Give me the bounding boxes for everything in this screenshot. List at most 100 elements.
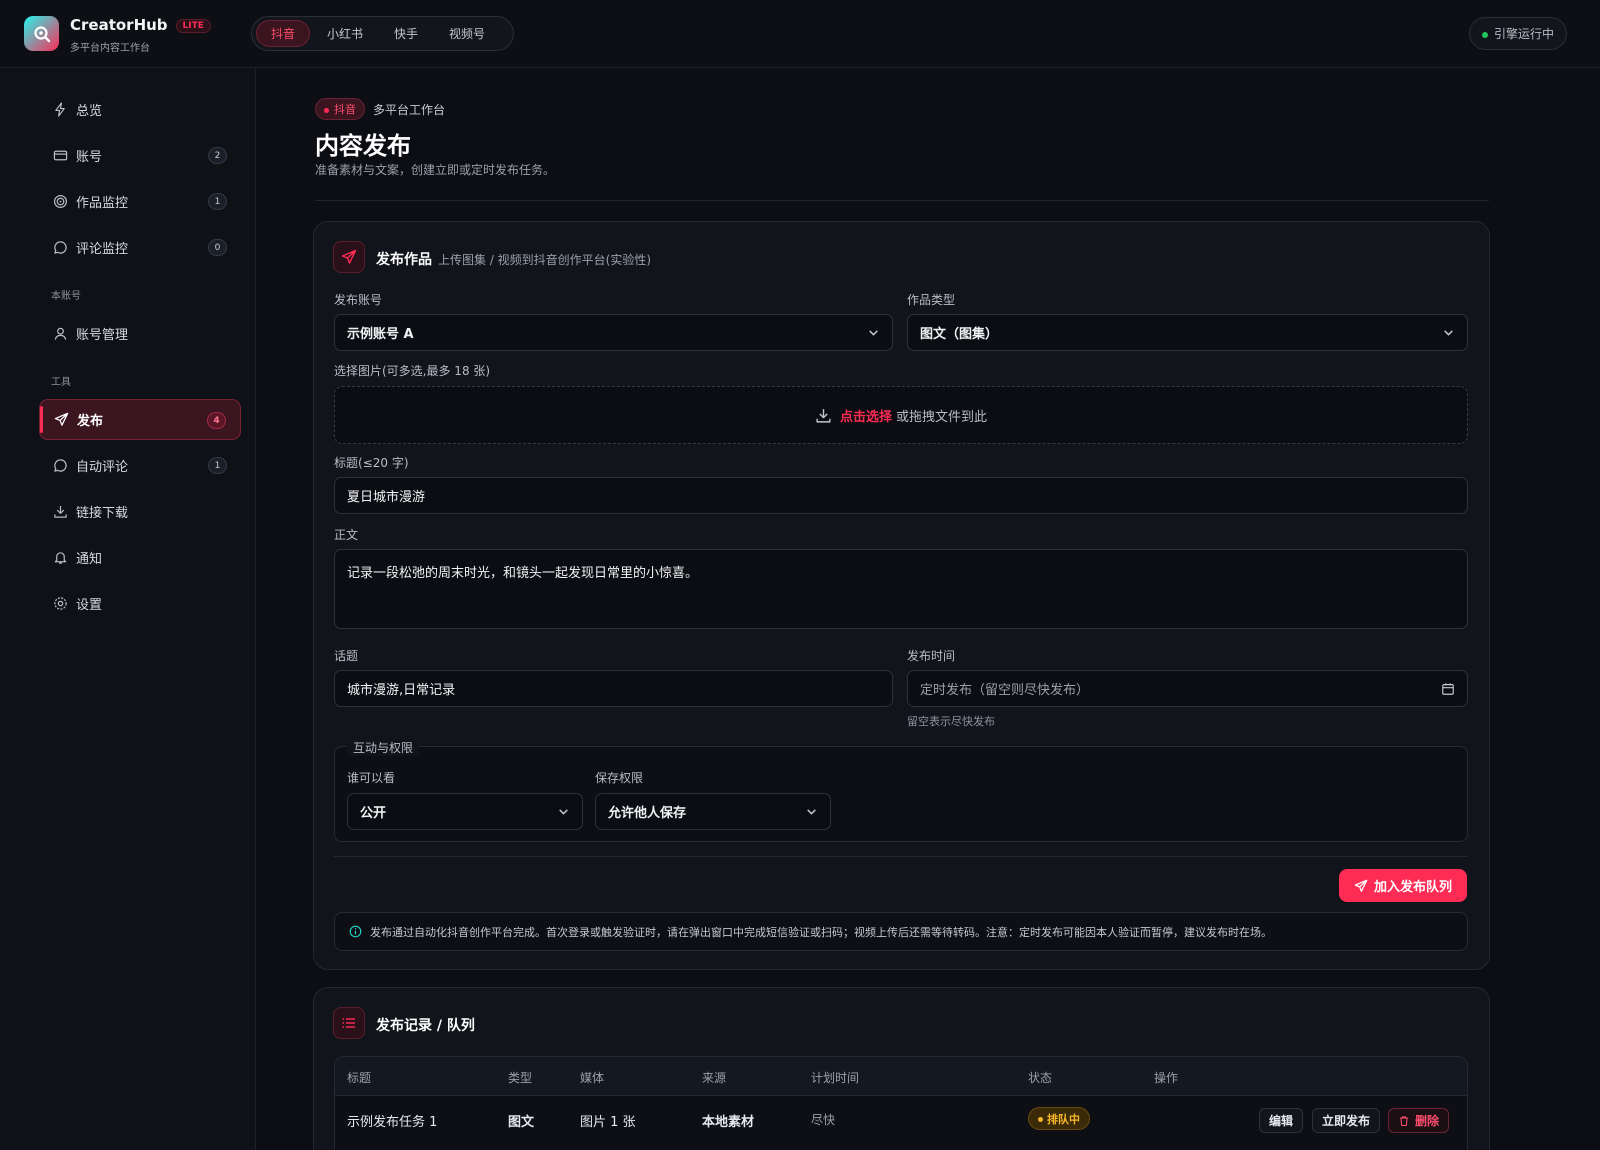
visibility-label: 谁可以看 (347, 771, 396, 785)
cell-time: 尽快 (811, 1113, 836, 1127)
tab-shipinhao[interactable]: 视频号 (435, 20, 499, 47)
comment-icon (52, 458, 68, 474)
cell-title: 示例发布任务 1 (347, 1115, 438, 1130)
cell-media: 图片 1 张 (580, 1115, 636, 1130)
send-icon (53, 412, 69, 428)
body-label: 正文 (334, 528, 359, 542)
delete-button[interactable]: 删除 (1388, 1108, 1450, 1133)
save-perm-label: 保存权限 (595, 771, 644, 785)
topic-label: 话题 (334, 649, 359, 663)
sidebar-item-works-monitor[interactable]: 作品监控 1 (39, 181, 241, 222)
app-subtitle: 多平台内容工作台 (70, 43, 150, 54)
cell-source: 本地素材 (702, 1115, 755, 1130)
bell-icon (52, 550, 68, 566)
column-header: 媒体 (580, 1071, 605, 1085)
count-badge: 1 (208, 457, 227, 474)
engine-status[interactable]: 引擎运行中 (1468, 17, 1567, 50)
tab-douyin[interactable]: 抖音 (256, 20, 311, 47)
records-table: 标题 类型 媒体 来源 计划时间 状态 操作 示例发布任务 1 图文 图片 1 … (334, 1056, 1468, 1150)
count-badge: 4 (207, 412, 226, 429)
publish-now-button[interactable]: 立即发布 (1312, 1108, 1381, 1133)
add-to-queue-button[interactable]: 加入发布队列 (1339, 869, 1467, 902)
column-header: 类型 (508, 1071, 533, 1085)
sidebar-item-settings[interactable]: 设置 (39, 583, 241, 624)
topic-input[interactable]: 城市漫游,日常记录 (334, 670, 893, 707)
card-title: 发布作品 上传图集 / 视频到抖音创作平台(实验性) (376, 252, 652, 268)
comment-icon (52, 240, 68, 256)
status-dot-icon (1481, 32, 1488, 38)
sidebar-item-publish[interactable]: 发布 4 (39, 399, 241, 440)
visibility-select[interactable]: 公开 (347, 793, 583, 830)
section-label-tools: 工具 (51, 377, 71, 388)
tab-kuaishou[interactable]: 快手 (380, 20, 432, 47)
account-select[interactable]: 示例账号 A (334, 314, 893, 351)
chevron-down-icon (559, 809, 568, 815)
sidebar-item-account-manage[interactable]: 账号管理 (39, 313, 241, 354)
type-label: 作品类型 (907, 293, 956, 307)
save-permission-select[interactable]: 允许他人保存 (595, 793, 831, 830)
column-header: 来源 (702, 1071, 727, 1085)
top-bar: CreatorHub LITE 多平台内容工作台 抖音 小红书 快手 视频号 引擎… (0, 0, 1600, 68)
gear-icon (52, 596, 68, 612)
divider (315, 200, 1489, 201)
title-input[interactable]: 夏日城市漫游 (334, 477, 1468, 514)
edit-button[interactable]: 编辑 (1259, 1108, 1304, 1133)
sidebar-item-link-download[interactable]: 链接下载 (39, 491, 241, 532)
send-icon (333, 241, 365, 273)
count-badge: 0 (208, 239, 227, 256)
page-title: 内容发布 (315, 132, 411, 160)
count-badge: 1 (208, 193, 227, 210)
title-label: 标题(≤20 字) (334, 456, 409, 470)
page-description: 准备素材与文案，创建立即或定时发布任务。 (315, 163, 556, 177)
time-hint: 留空表示尽快发布 (907, 715, 995, 728)
type-select[interactable]: 图文（图集） (907, 314, 1468, 351)
sidebar-item-accounts[interactable]: 账号 2 (39, 135, 241, 176)
target-icon (52, 194, 68, 210)
app-name: CreatorHub LITE (70, 16, 211, 34)
list-icon (333, 1007, 365, 1039)
platform-tabs: 抖音 小红书 快手 视频号 (251, 16, 514, 51)
chevron-down-icon (1444, 330, 1453, 336)
status-badge: 排队中 (1028, 1107, 1090, 1130)
sidebar-item-comment-monitor[interactable]: 评论监控 0 (39, 227, 241, 268)
schedule-time-input[interactable]: 定时发布（留空则尽快发布） (907, 670, 1468, 707)
edition-badge: LITE (175, 19, 211, 33)
section-label-account: 本账号 (51, 291, 81, 302)
app-logo-icon (24, 16, 59, 51)
tab-xiaohongshu[interactable]: 小红书 (313, 20, 377, 47)
card-icon (52, 148, 68, 164)
breadcrumb: 抖音 多平台工作台 (315, 98, 445, 120)
download-icon (52, 504, 68, 520)
column-header: 操作 (1154, 1071, 1179, 1085)
user-icon (52, 326, 68, 342)
main-content: 抖音 多平台工作台 内容发布 准备素材与文案，创建立即或定时发布任务。 发布作品… (256, 69, 1600, 1150)
images-label: 选择图片(可多选,最多 18 张) (334, 364, 491, 378)
records-card: 发布记录 / 队列 标题 类型 媒体 来源 计划时间 状态 操作 示例发布任务 … (313, 987, 1490, 1150)
column-header: 计划时间 (811, 1071, 860, 1085)
cell-type: 图文 (508, 1115, 535, 1130)
time-label: 发布时间 (907, 649, 956, 663)
card-title: 发布记录 / 队列 (376, 1018, 475, 1034)
sidebar-item-notifications[interactable]: 通知 (39, 537, 241, 578)
table-header: 标题 类型 媒体 来源 计划时间 状态 操作 (335, 1057, 1467, 1096)
permissions-legend: 互动与权限 (347, 739, 420, 756)
chevron-down-icon (807, 809, 816, 815)
column-header: 标题 (347, 1071, 372, 1085)
chevron-down-icon (869, 330, 878, 336)
body-textarea[interactable]: 记录一段松弛的周末时光，和镜头一起发现日常里的小惊喜。 (334, 549, 1468, 629)
divider (334, 856, 1468, 857)
pick-files-link[interactable]: 点击选择 (840, 406, 892, 425)
trash-icon (1399, 1115, 1409, 1126)
download-icon (816, 408, 831, 423)
calendar-icon[interactable] (1441, 682, 1455, 696)
account-label: 发布账号 (334, 293, 383, 307)
count-badge: 2 (208, 147, 227, 164)
column-header: 状态 (1028, 1071, 1053, 1085)
sidebar-item-overview[interactable]: 总览 (39, 89, 241, 130)
publish-notice: 发布通过自动化抖音创作平台完成。首次登录或触发验证时，请在弹出窗口中完成短信验证… (334, 912, 1468, 951)
platform-pill: 抖音 (315, 98, 365, 120)
sidebar: 总览 账号 2 作品监控 1 评论监控 0 本账号 账号管理 工具 发布 4 自… (0, 69, 256, 1150)
file-dropzone[interactable]: 点击选择 或拖拽文件到此 (334, 386, 1468, 444)
sidebar-item-auto-comment[interactable]: 自动评论 1 (39, 445, 241, 486)
permissions-fieldset: 互动与权限 谁可以看 公开 保存权限 允许他人保存 (334, 739, 1468, 842)
